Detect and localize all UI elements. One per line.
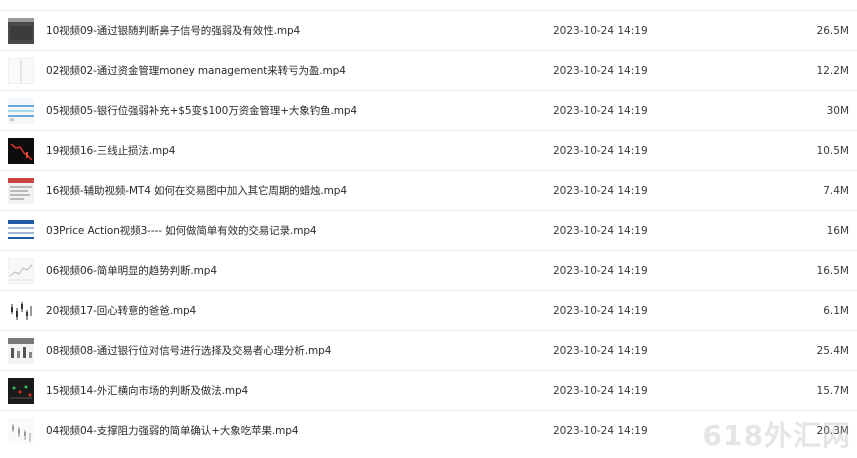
file-row[interactable]: 06视频06-简单明显的趋势判断.mp4 2023-10-24 14:19 16.5…: [0, 250, 857, 290]
file-size: 20.3M: [816, 425, 849, 437]
file-name[interactable]: 05视频05-银行位强弱补充+$5变$100万资金管理+大象钓鱼.mp4: [46, 91, 357, 131]
file-date: 2023-10-24 14:19: [553, 185, 648, 197]
video-thumbnail-icon[interactable]: [8, 58, 34, 84]
video-thumbnail-icon[interactable]: [8, 138, 34, 164]
file-row[interactable]: 05视频05-银行位强弱补充+$5变$100万资金管理+大象钓鱼.mp4 2023…: [0, 90, 857, 130]
file-date: 2023-10-24 14:19: [553, 145, 648, 157]
file-row[interactable]: 19视频16-三线止损法.mp4 2023-10-24 14:19 10.5M: [0, 130, 857, 170]
file-date: 2023-10-24 14:19: [553, 65, 648, 77]
file-row[interactable]: 15视频14-外汇横向市场的判断及做法.mp4 2023-10-24 14:19 1…: [0, 370, 857, 410]
file-row[interactable]: 16视频-辅助视频-MT4 如何在交易图中加入其它周期的蜡烛.mp4 2023-1…: [0, 170, 857, 210]
file-name[interactable]: 02视频02-通过资金管理money management来转亏为盈.mp4: [46, 51, 346, 91]
video-thumbnail-icon[interactable]: [8, 258, 34, 284]
file-date: 2023-10-24 14:19: [553, 105, 648, 117]
file-size: 12.2M: [816, 65, 849, 77]
file-row[interactable]: 10视频09-通过银随判断鼻子信号的强弱及有效性.mp4 2023-10-24 1…: [0, 10, 857, 50]
file-date: 2023-10-24 14:19: [553, 305, 648, 317]
file-name[interactable]: 15视频14-外汇横向市场的判断及做法.mp4: [46, 371, 248, 411]
file-size: 6.1M: [823, 305, 849, 317]
file-row[interactable]: 02视频02-通过资金管理money management来转亏为盈.mp4 20…: [0, 50, 857, 90]
file-name[interactable]: 08视频08-通过银行位对信号进行选择及交易者心理分析.mp4: [46, 331, 331, 371]
file-date: 2023-10-24 14:19: [553, 265, 648, 277]
video-thumbnail-icon[interactable]: [8, 418, 34, 444]
file-name[interactable]: 06视频06-简单明显的趋势判断.mp4: [46, 251, 217, 291]
file-date: 2023-10-24 14:19: [553, 225, 648, 237]
file-row[interactable]: 20视频17-回心转意的爸爸.mp4 2023-10-24 14:19 6.1M: [0, 290, 857, 330]
video-thumbnail-icon[interactable]: [8, 98, 34, 124]
file-size: 16.5M: [816, 265, 849, 277]
video-thumbnail-icon[interactable]: [8, 178, 34, 204]
file-row[interactable]: 03Price Action视频3---- 如何做简单有效的交易记录.mp4 20…: [0, 210, 857, 250]
file-size: 16M: [826, 225, 849, 237]
file-name[interactable]: 20视频17-回心转意的爸爸.mp4: [46, 291, 196, 331]
file-date: 2023-10-24 14:19: [553, 425, 648, 437]
file-size: 15.7M: [816, 385, 849, 397]
file-name[interactable]: 10视频09-通过银随判断鼻子信号的强弱及有效性.mp4: [46, 11, 300, 51]
file-date: 2023-10-24 14:19: [553, 385, 648, 397]
video-thumbnail-icon[interactable]: [8, 218, 34, 244]
file-size: 7.4M: [823, 185, 849, 197]
video-thumbnail-icon[interactable]: [8, 338, 34, 364]
file-row[interactable]: 04视频04-支撑阻力强弱的简单确认+大象吃苹果.mp4 2023-10-24 1…: [0, 410, 857, 450]
file-size: 25.4M: [816, 345, 849, 357]
file-name[interactable]: 04视频04-支撑阻力强弱的简单确认+大象吃苹果.mp4: [46, 411, 299, 451]
video-thumbnail-icon[interactable]: [8, 378, 34, 404]
file-size: 10.5M: [816, 145, 849, 157]
file-size: 26.5M: [816, 25, 849, 37]
file-name[interactable]: 16视频-辅助视频-MT4 如何在交易图中加入其它周期的蜡烛.mp4: [46, 171, 347, 211]
video-thumbnail-icon[interactable]: [8, 18, 34, 44]
video-thumbnail-icon[interactable]: [8, 298, 34, 324]
file-name[interactable]: 03Price Action视频3---- 如何做简单有效的交易记录.mp4: [46, 211, 317, 251]
file-date: 2023-10-24 14:19: [553, 25, 648, 37]
file-name[interactable]: 19视频16-三线止损法.mp4: [46, 131, 175, 171]
file-list: 10视频09-通过银随判断鼻子信号的强弱及有效性.mp4 2023-10-24 1…: [0, 10, 857, 450]
file-date: 2023-10-24 14:19: [553, 345, 648, 357]
file-size: 30M: [826, 105, 849, 117]
file-row[interactable]: 08视频08-通过银行位对信号进行选择及交易者心理分析.mp4 2023-10-2…: [0, 330, 857, 370]
